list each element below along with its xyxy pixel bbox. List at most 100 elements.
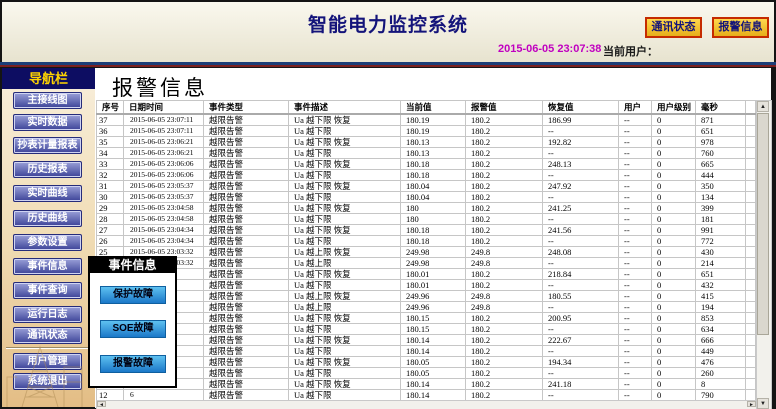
table-cell: -- bbox=[619, 214, 652, 225]
table-cell: 0 bbox=[652, 269, 696, 280]
scroll-up-icon[interactable]: ▲ bbox=[757, 101, 769, 112]
sidebar-item-history-curve[interactable]: 历史曲线 bbox=[13, 210, 82, 227]
table-cell: 180.2 bbox=[466, 137, 543, 148]
table-row[interactable]: 342015-06-05 23:06:21越限告警Ua 越下限180.13180… bbox=[97, 148, 756, 159]
vertical-scrollbar[interactable]: ▲ ▼ bbox=[756, 100, 772, 409]
table-cell: 2015-06-05 23:07:11 bbox=[124, 114, 204, 126]
sidebar-item-event-info[interactable]: 事件信息 bbox=[13, 258, 82, 275]
sidebar-item-param-settings[interactable]: 参数设置 bbox=[13, 234, 82, 251]
scroll-down-icon[interactable]: ▼ bbox=[757, 398, 769, 409]
table-row[interactable]: 207越限告警Ua 越上限249.96249.8----0194 bbox=[97, 302, 756, 313]
column-header: 报警值 bbox=[466, 101, 543, 115]
sidebar-item-meter-report[interactable]: 抄表计量报表 bbox=[13, 137, 82, 154]
table-cell: Ua 越下限 恢复 bbox=[289, 269, 401, 280]
table-row[interactable]: 242015-06-05 23:03:32越限告警Ua 越上限249.98249… bbox=[97, 258, 756, 269]
table-row[interactable]: 227越限告警Ua 越下限180.01180.2----0432 bbox=[97, 280, 756, 291]
table-row[interactable]: 190越限告警Ua 越下限 恢复180.15180.2200.95--0853 bbox=[97, 313, 756, 324]
table-row[interactable]: 159越限告警Ua 越下限 恢复180.05180.2194.34--0476 bbox=[97, 357, 756, 368]
table-cell: 180.01 bbox=[401, 280, 466, 291]
event-info-dialog: 事件信息 保护故障 SOE故障 报警故障 bbox=[88, 256, 177, 388]
table-cell bbox=[746, 247, 756, 258]
column-header: 序号 bbox=[97, 101, 124, 115]
table-cell: 180.2 bbox=[466, 192, 543, 203]
table-row[interactable]: 272015-06-05 23:04:34越限告警Ua 越下限 恢复180.18… bbox=[97, 225, 756, 236]
table-row[interactable]: 180越限告警Ua 越下限180.15180.2----0634 bbox=[97, 324, 756, 335]
sidebar-item-main-diagram[interactable]: 主接线图 bbox=[13, 92, 82, 109]
table-cell: 180.19 bbox=[401, 114, 466, 126]
table-row[interactable]: 149越限告警Ua 越下限180.05180.2----0260 bbox=[97, 368, 756, 379]
table-cell bbox=[746, 302, 756, 313]
event-info-dialog-title[interactable]: 事件信息 bbox=[90, 258, 175, 273]
table-row[interactable]: 262015-06-05 23:04:34越限告警Ua 越下限180.18180… bbox=[97, 236, 756, 247]
table-cell: 853 bbox=[696, 313, 746, 324]
table-cell: Ua 越上限 bbox=[289, 258, 401, 269]
table-row[interactable]: 302015-06-05 23:05:37越限告警Ua 越下限180.04180… bbox=[97, 192, 756, 203]
vertical-scroll-thumb[interactable] bbox=[757, 113, 769, 335]
table-cell: Ua 越下限 bbox=[289, 346, 401, 357]
table-row[interactable]: 161越限告警Ua 越下限180.14180.2----0449 bbox=[97, 346, 756, 357]
table-cell: 218.84 bbox=[543, 269, 619, 280]
horizontal-scrollbar[interactable]: ◄ ► bbox=[96, 400, 757, 409]
table-cell: 180.2 bbox=[466, 313, 543, 324]
table-row[interactable]: 332015-06-05 23:06:06越限告警Ua 越下限 恢复180.18… bbox=[97, 159, 756, 170]
table-row[interactable]: 282015-06-05 23:04:58越限告警Ua 越下限180180.2-… bbox=[97, 214, 756, 225]
table-cell bbox=[746, 137, 756, 148]
table-row[interactable]: 362015-06-05 23:07:11越限告警Ua 越下限180.19180… bbox=[97, 126, 756, 137]
table-row[interactable]: 126越限告警Ua 越下限180.14180.2----0790 bbox=[97, 390, 756, 401]
protection-fault-button[interactable]: 保护故障 bbox=[100, 286, 166, 304]
table-cell: -- bbox=[619, 357, 652, 368]
table-cell: 越限告警 bbox=[204, 313, 289, 324]
table-cell: 2015-06-05 23:04:58 bbox=[124, 214, 204, 225]
table-cell: Ua 越下限 bbox=[289, 324, 401, 335]
table-row[interactable]: 217越限告警Ua 越上限 恢复249.96249.8180.55--0415 bbox=[97, 291, 756, 302]
table-cell: 0 bbox=[652, 192, 696, 203]
table-cell: 665 bbox=[696, 159, 746, 170]
sidebar-item-realtime-data[interactable]: 实时数据 bbox=[13, 114, 82, 131]
table-cell: 越限告警 bbox=[204, 236, 289, 247]
table-cell: 越限告警 bbox=[204, 302, 289, 313]
table-cell: 2015-06-05 23:05:37 bbox=[124, 181, 204, 192]
sidebar-item-realtime-curve[interactable]: 实时曲线 bbox=[13, 185, 82, 202]
table-cell: 200.95 bbox=[543, 313, 619, 324]
sidebar-item-run-log[interactable]: 运行日志 bbox=[13, 306, 82, 323]
table-cell: 0 bbox=[652, 236, 696, 247]
comm-status-button[interactable]: 通讯状态 bbox=[645, 17, 702, 38]
table-cell: 180.2 bbox=[466, 379, 543, 390]
table-cell: -- bbox=[619, 324, 652, 335]
table-row[interactable]: 352015-06-05 23:06:21越限告警Ua 越下限 恢复180.13… bbox=[97, 137, 756, 148]
table-cell: -- bbox=[619, 346, 652, 357]
alarm-fault-button[interactable]: 报警故障 bbox=[100, 355, 166, 373]
soe-fault-button[interactable]: SOE故障 bbox=[100, 320, 166, 338]
table-cell: 越限告警 bbox=[204, 181, 289, 192]
table-cell: 192.82 bbox=[543, 137, 619, 148]
sidebar-item-event-query[interactable]: 事件查询 bbox=[13, 282, 82, 299]
sidebar-item-history-report[interactable]: 历史报表 bbox=[13, 161, 82, 178]
table-cell: 越限告警 bbox=[204, 225, 289, 236]
table-row[interactable]: 292015-06-05 23:04:58越限告警Ua 越下限 恢复180180… bbox=[97, 203, 756, 214]
table-cell: 越限告警 bbox=[204, 148, 289, 159]
table-cell: 越限告警 bbox=[204, 192, 289, 203]
table-cell: 415 bbox=[696, 291, 746, 302]
sidebar-nav: 导航栏 主接线图 实时数据 抄表计量报表 历史报表 实时曲线 历史曲线 参数设置… bbox=[2, 68, 96, 407]
table-cell: Ua 越上限 恢复 bbox=[289, 291, 401, 302]
table-row[interactable]: 237越限告警Ua 越下限 恢复180.01180.2218.84--0651 bbox=[97, 269, 756, 280]
table-cell: Ua 越下限 bbox=[289, 280, 401, 291]
table-row[interactable]: 171越限告警Ua 越下限 恢复180.14180.2222.67--0666 bbox=[97, 335, 756, 346]
table-row[interactable]: 372015-06-05 23:07:11越限告警Ua 越下限 恢复180.19… bbox=[97, 114, 756, 126]
table-cell: 0 bbox=[652, 258, 696, 269]
scroll-left-icon[interactable]: ◄ bbox=[97, 401, 106, 407]
table-cell: 194 bbox=[696, 302, 746, 313]
table-row[interactable]: 137越限告警Ua 越下限 恢复180.14180.2241.18--08 bbox=[97, 379, 756, 390]
scroll-right-icon[interactable]: ► bbox=[747, 401, 756, 407]
table-row[interactable]: 322015-06-05 23:06:06越限告警Ua 越下限180.18180… bbox=[97, 170, 756, 181]
table-cell: 180.14 bbox=[401, 346, 466, 357]
alarm-info-button[interactable]: 报警信息 bbox=[712, 17, 769, 38]
table-row[interactable]: 312015-06-05 23:05:37越限告警Ua 越下限 恢复180.04… bbox=[97, 181, 756, 192]
table-cell: -- bbox=[543, 126, 619, 137]
table-cell bbox=[746, 181, 756, 192]
table-cell: -- bbox=[543, 390, 619, 401]
table-cell: Ua 越下限 bbox=[289, 214, 401, 225]
table-cell bbox=[746, 148, 756, 159]
table-row[interactable]: 252015-06-05 23:03:32越限告警Ua 越上限 恢复249.98… bbox=[97, 247, 756, 258]
table-cell: -- bbox=[619, 368, 652, 379]
